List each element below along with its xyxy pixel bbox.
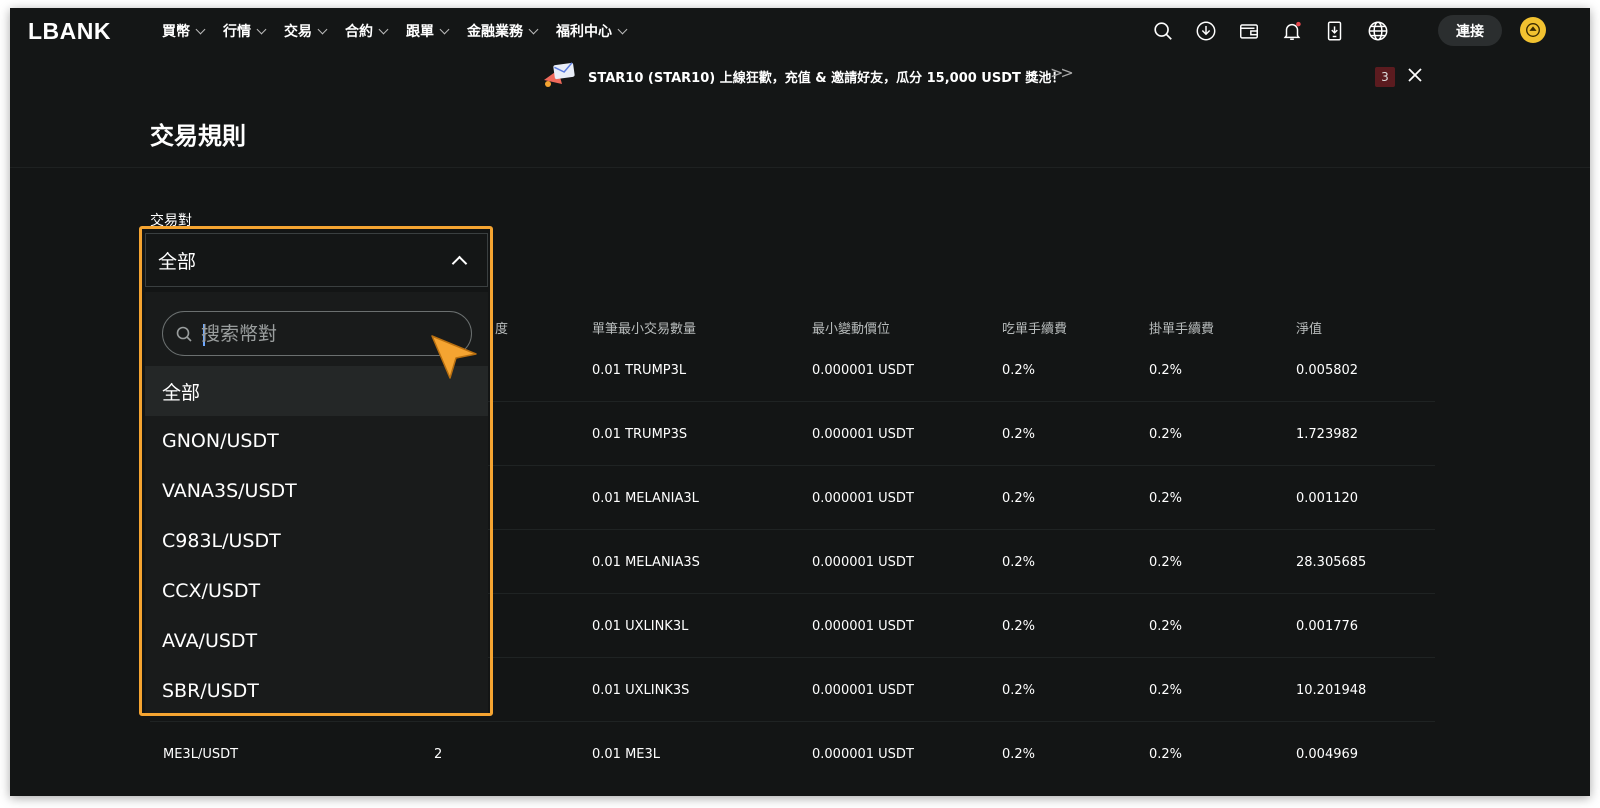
maker-fee-cell: 0.2% — [1149, 618, 1183, 634]
tick-size-cell: 0.000001 USDT — [812, 746, 914, 762]
menu-item-copy-trading[interactable]: 跟單 — [406, 21, 450, 41]
chevron-up-icon[interactable] — [451, 255, 468, 272]
cursor-pointer-icon — [428, 330, 480, 382]
tick-size-cell: 0.000001 USDT — [812, 618, 914, 634]
maker-fee-cell: 0.2% — [1149, 490, 1183, 506]
select-value: 全部 — [158, 250, 197, 273]
dropdown-option[interactable]: VANA3S/USDT — [145, 466, 488, 516]
menu-label: 合約 — [345, 24, 373, 40]
dropdown-option[interactable]: GNON/USDT — [145, 416, 488, 466]
nav-cell: 0.001776 — [1296, 618, 1359, 634]
banner-more-icon[interactable]: >> — [1050, 63, 1074, 82]
menu-item-rewards-center[interactable]: 福利中心 — [556, 21, 628, 41]
chevron-down-icon — [617, 24, 628, 34]
column-header: 度 — [495, 322, 509, 337]
tick-size-cell: 0.000001 USDT — [812, 682, 914, 698]
search-icon[interactable] — [1151, 19, 1175, 43]
pair-cell: ME3L/USDT — [163, 746, 239, 762]
precision-cell: 2 — [434, 746, 443, 762]
table-row: ME3L/USDT 2 0.01 ME3L 0.000001 USDT 0.2%… — [150, 722, 1435, 786]
taker-fee-cell: 0.2% — [1002, 426, 1036, 442]
page-header: 交易規則 — [10, 98, 1590, 168]
menu-item-markets[interactable]: 行情 — [223, 21, 267, 41]
menu-label: 行情 — [223, 24, 251, 40]
nav-cell: 0.005802 — [1296, 362, 1359, 378]
min-qty-cell: 0.01 ME3L — [592, 746, 661, 762]
dropdown-option[interactable]: AVA/USDT — [145, 616, 488, 666]
menu-label: 金融業務 — [467, 24, 523, 40]
search-box[interactable] — [162, 311, 472, 356]
connect-button[interactable]: 連接 — [1438, 15, 1502, 46]
chevron-down-icon — [528, 24, 539, 34]
megaphone-icon — [540, 60, 576, 90]
nav-cell: 28.305685 — [1296, 554, 1367, 570]
min-qty-cell: 0.01 TRUMP3S — [592, 426, 688, 442]
dropdown-option[interactable]: C983L/USDT — [145, 516, 488, 566]
bell-icon[interactable] — [1280, 19, 1304, 43]
menu-label: 跟單 — [406, 24, 434, 40]
page-title: 交易規則 — [150, 122, 246, 150]
taker-fee-cell: 0.2% — [1002, 490, 1036, 506]
tick-size-cell: 0.000001 USDT — [812, 426, 914, 442]
min-qty-cell: 0.01 MELANIA3L — [592, 490, 699, 506]
taker-fee-cell: 0.2% — [1002, 618, 1036, 634]
column-header: 掛單手續費 — [1149, 322, 1215, 337]
chevron-down-icon — [256, 24, 267, 34]
taker-fee-cell: 0.2% — [1002, 362, 1036, 378]
taker-fee-cell: 0.2% — [1002, 682, 1036, 698]
column-header: 最小變動價位 — [812, 322, 891, 337]
chevron-down-icon — [439, 24, 450, 34]
search-icon — [175, 325, 193, 343]
trading-pair-select[interactable]: 全部 — [145, 233, 488, 287]
menu-item-finance[interactable]: 金融業務 — [467, 21, 539, 41]
min-qty-cell: 0.01 TRUMP3L — [592, 362, 687, 378]
chevron-down-icon — [317, 24, 328, 34]
min-qty-cell: 0.01 UXLINK3S — [592, 682, 690, 698]
menu-item-buy-crypto[interactable]: 買幣 — [162, 21, 206, 41]
nav-cell: 10.201948 — [1296, 682, 1367, 698]
lbank-logo[interactable]: LBANK — [28, 18, 111, 45]
avatar[interactable] — [1520, 17, 1546, 43]
nav-cell: 0.004969 — [1296, 746, 1359, 762]
chevron-down-icon — [195, 24, 206, 34]
dropdown-option[interactable]: SBR/USDT — [145, 666, 488, 716]
maker-fee-cell: 0.2% — [1149, 554, 1183, 570]
top-nav: LBANK 買幣 行情 交易 合約 跟單 金融業務 福利中心 連接 — [10, 8, 1590, 54]
banner-count-badge: 3 — [1375, 67, 1395, 87]
banner-text[interactable]: STAR10 (STAR10) 上線狂歡，充值 & 邀請好友，瓜分 15,000… — [588, 67, 1064, 86]
taker-fee-cell: 0.2% — [1002, 554, 1036, 570]
main-menu: 買幣 行情 交易 合約 跟單 金融業務 福利中心 — [162, 8, 645, 54]
close-icon[interactable] — [1405, 65, 1425, 85]
maker-fee-cell: 0.2% — [1149, 426, 1183, 442]
maker-fee-cell: 0.2% — [1149, 682, 1183, 698]
dropdown-option[interactable]: CCX/USDT — [145, 566, 488, 616]
download-icon[interactable] — [1194, 19, 1218, 43]
menu-item-futures[interactable]: 合約 — [345, 21, 389, 41]
pair-search-input[interactable] — [201, 318, 451, 350]
tick-size-cell: 0.000001 USDT — [812, 362, 914, 378]
chevron-down-icon — [378, 24, 389, 34]
taker-fee-cell: 0.2% — [1002, 746, 1036, 762]
announcement-banner: STAR10 (STAR10) 上線狂歡，充值 & 邀請好友，瓜分 15,000… — [10, 54, 1590, 98]
tick-size-cell: 0.000001 USDT — [812, 490, 914, 506]
menu-label: 福利中心 — [556, 24, 612, 40]
wallet-icon[interactable] — [1237, 19, 1261, 43]
column-header: 淨值 — [1296, 322, 1323, 337]
nav-cell: 0.001120 — [1296, 490, 1359, 506]
avatar-icon — [1526, 23, 1540, 37]
tick-size-cell: 0.000001 USDT — [812, 554, 914, 570]
globe-icon[interactable] — [1366, 19, 1390, 43]
min-qty-cell: 0.01 UXLINK3L — [592, 618, 689, 634]
column-header: 吃單手續費 — [1002, 322, 1068, 337]
menu-label: 交易 — [284, 24, 312, 40]
column-header: 單筆最小交易數量 — [592, 322, 697, 337]
menu-item-trade[interactable]: 交易 — [284, 21, 328, 41]
maker-fee-cell: 0.2% — [1149, 362, 1183, 378]
app-download-icon[interactable] — [1323, 19, 1347, 43]
nav-cell: 1.723982 — [1296, 426, 1359, 442]
trading-pair-label: 交易對 — [150, 213, 192, 229]
min-qty-cell: 0.01 MELANIA3S — [592, 554, 700, 570]
menu-label: 買幣 — [162, 24, 190, 40]
maker-fee-cell: 0.2% — [1149, 746, 1183, 762]
